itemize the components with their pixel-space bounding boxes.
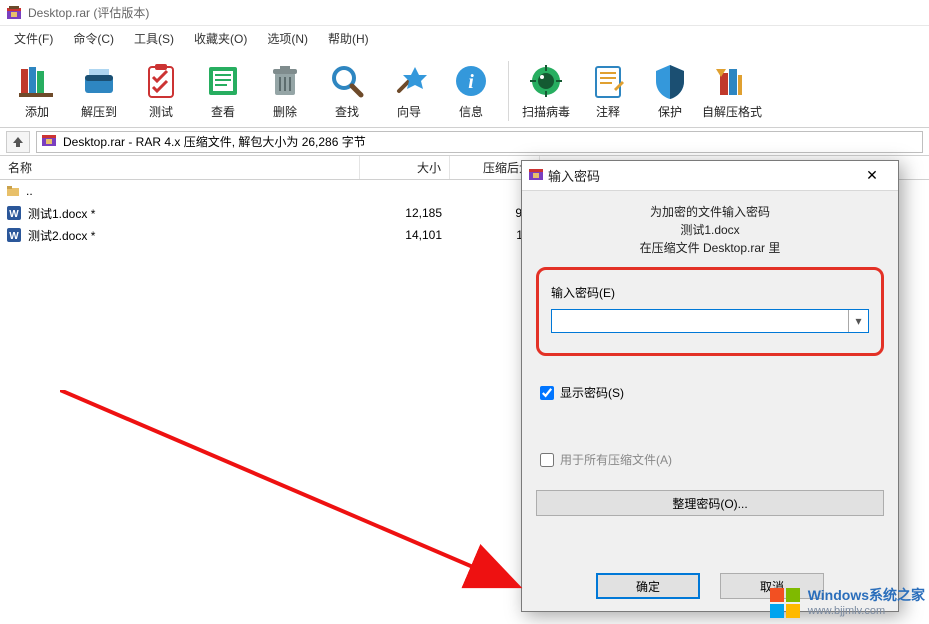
toolbar: 添加 解压到 测试 查看 删除 查找 向导 xyxy=(0,50,929,128)
toolbar-extract-label: 解压到 xyxy=(81,103,117,120)
column-size[interactable]: 大小 xyxy=(360,156,450,179)
password-combobox[interactable]: ▾ xyxy=(551,309,869,333)
menu-bar: 文件(F) 命令(C) 工具(S) 收藏夹(O) 选项(N) 帮助(H) xyxy=(0,26,929,50)
toolbar-view-button[interactable]: 查看 xyxy=(192,59,254,122)
password-input[interactable] xyxy=(552,310,848,332)
toolbar-protect-button[interactable]: 保护 xyxy=(639,59,701,122)
cancel-button[interactable]: 取消 xyxy=(720,573,824,599)
virus-scan-icon xyxy=(526,61,566,101)
toolbar-info-label: 信息 xyxy=(459,103,483,120)
toolbar-wizard-label: 向导 xyxy=(397,103,421,120)
extract-icon xyxy=(79,61,119,101)
password-section-highlight: 输入密码(E) ▾ xyxy=(536,267,884,356)
shield-icon xyxy=(650,61,690,101)
info-icon: i xyxy=(451,61,491,101)
menu-tools[interactable]: 工具(S) xyxy=(124,27,184,50)
address-bar: Desktop.rar - RAR 4.x 压缩文件, 解包大小为 26,286… xyxy=(0,128,929,156)
toolbar-delete-button[interactable]: 删除 xyxy=(254,59,316,122)
up-arrow-icon xyxy=(11,135,25,149)
dialog-info-line1: 为加密的文件输入密码 xyxy=(536,203,884,221)
comment-icon xyxy=(588,61,628,101)
file-size: 12,185 xyxy=(360,206,450,220)
dialog-title: 输入密码 xyxy=(544,166,852,185)
svg-text:W: W xyxy=(9,231,19,242)
window-title: Desktop.rar (评估版本) xyxy=(28,4,149,21)
sfx-icon xyxy=(712,61,752,101)
file-name: 测试1.docx * xyxy=(28,205,95,222)
window-titlebar: Desktop.rar (评估版本) xyxy=(0,0,929,26)
file-name: 测试2.docx * xyxy=(28,227,95,244)
show-password-checkbox[interactable]: 显示密码(S) xyxy=(540,384,884,401)
menu-command[interactable]: 命令(C) xyxy=(63,27,124,50)
word-doc-icon: W xyxy=(6,205,22,221)
file-name: .. xyxy=(26,184,33,198)
dialog-titlebar[interactable]: 输入密码 ✕ xyxy=(522,161,898,191)
dialog-icon xyxy=(528,166,544,185)
toolbar-view-label: 查看 xyxy=(211,103,235,120)
chevron-down-icon: ▾ xyxy=(855,314,861,328)
toolbar-delete-label: 删除 xyxy=(273,103,297,120)
address-text: Desktop.rar - RAR 4.x 压缩文件, 解包大小为 26,286… xyxy=(63,133,366,150)
use-for-all-check[interactable] xyxy=(540,453,554,467)
toolbar-sfx-button[interactable]: 自解压格式 xyxy=(701,59,763,122)
svg-text:i: i xyxy=(468,71,474,93)
toolbar-test-button[interactable]: 测试 xyxy=(130,59,192,122)
word-doc-icon: W xyxy=(6,227,22,243)
svg-text:W: W xyxy=(9,209,19,220)
dialog-body: 为加密的文件输入密码 测试1.docx 在压缩文件 Desktop.rar 里 … xyxy=(522,191,898,611)
dialog-close-button[interactable]: ✕ xyxy=(852,162,892,190)
toolbar-add-button[interactable]: 添加 xyxy=(6,59,68,122)
toolbar-scan-button[interactable]: 扫描病毒 xyxy=(515,59,577,122)
column-name[interactable]: 名称 xyxy=(0,156,360,179)
view-icon xyxy=(203,61,243,101)
toolbar-wizard-button[interactable]: 向导 xyxy=(378,59,440,122)
dialog-info: 为加密的文件输入密码 测试1.docx 在压缩文件 Desktop.rar 里 xyxy=(536,203,884,257)
app-icon xyxy=(6,5,22,21)
folder-up-icon xyxy=(6,184,20,198)
up-button[interactable] xyxy=(6,131,30,153)
show-password-label: 显示密码(S) xyxy=(560,384,624,401)
books-icon xyxy=(17,61,57,101)
trash-icon xyxy=(265,61,305,101)
toolbar-find-label: 查找 xyxy=(335,103,359,120)
toolbar-sfx-label: 自解压格式 xyxy=(702,103,762,120)
toolbar-protect-label: 保护 xyxy=(658,103,682,120)
toolbar-add-label: 添加 xyxy=(25,103,49,120)
toolbar-test-label: 测试 xyxy=(149,103,173,120)
toolbar-find-button[interactable]: 查找 xyxy=(316,59,378,122)
toolbar-info-button[interactable]: i 信息 xyxy=(440,59,502,122)
toolbar-extract-button[interactable]: 解压到 xyxy=(68,59,130,122)
file-size: 14,101 xyxy=(360,228,450,242)
use-for-all-label: 用于所有压缩文件(A) xyxy=(560,451,672,468)
menu-help[interactable]: 帮助(H) xyxy=(318,27,379,50)
dialog-info-line3: 在压缩文件 Desktop.rar 里 xyxy=(536,239,884,257)
toolbar-comment-label: 注释 xyxy=(596,103,620,120)
wizard-icon xyxy=(389,61,429,101)
manage-passwords-button[interactable]: 整理密码(O)... xyxy=(536,490,884,516)
search-icon xyxy=(327,61,367,101)
close-icon: ✕ xyxy=(866,167,878,184)
ok-button[interactable]: 确定 xyxy=(596,573,700,599)
menu-options[interactable]: 选项(N) xyxy=(257,27,318,50)
password-label: 输入密码(E) xyxy=(551,284,869,301)
password-dialog: 输入密码 ✕ 为加密的文件输入密码 测试1.docx 在压缩文件 Desktop… xyxy=(521,160,899,612)
archive-icon xyxy=(41,132,57,151)
menu-favorites[interactable]: 收藏夹(O) xyxy=(184,27,257,50)
address-field[interactable]: Desktop.rar - RAR 4.x 压缩文件, 解包大小为 26,286… xyxy=(36,131,923,153)
use-for-all-checkbox[interactable]: 用于所有压缩文件(A) xyxy=(540,451,884,468)
toolbar-comment-button[interactable]: 注释 xyxy=(577,59,639,122)
password-dropdown-button[interactable]: ▾ xyxy=(848,310,868,332)
show-password-check[interactable] xyxy=(540,386,554,400)
toolbar-scan-label: 扫描病毒 xyxy=(522,103,570,120)
toolbar-separator xyxy=(508,61,509,121)
test-icon xyxy=(141,61,181,101)
menu-file[interactable]: 文件(F) xyxy=(4,27,63,50)
dialog-buttons: 确定 取消 xyxy=(536,567,884,599)
dialog-info-line2: 测试1.docx xyxy=(536,221,884,239)
